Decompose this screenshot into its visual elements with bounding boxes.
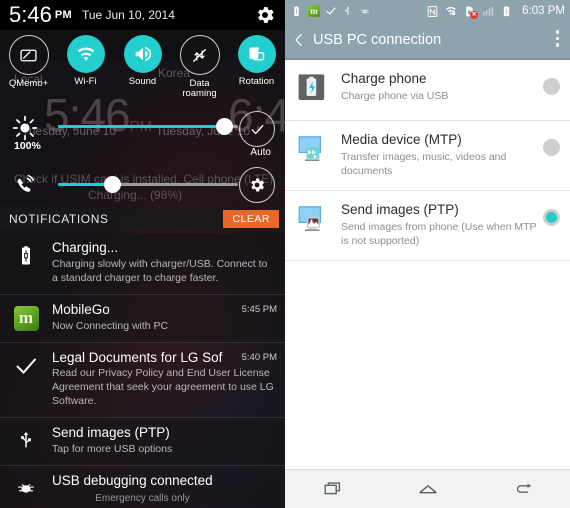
toggle-wifi[interactable]: Wi-Fi xyxy=(58,35,114,87)
ringer-volume-icon xyxy=(12,171,38,197)
volume-row xyxy=(0,167,285,207)
brightness-slider-knob[interactable] xyxy=(216,118,233,135)
wifi-lock-icon xyxy=(444,4,458,18)
notifications-header: NOTIFICATIONS CLEAR xyxy=(0,207,285,231)
nfc-icon xyxy=(426,5,439,18)
notification-subtitle: Read our Privacy Policy and End User Lic… xyxy=(52,367,274,408)
brightness-value: 100% xyxy=(14,140,41,152)
notification-title: Charging... xyxy=(52,240,119,255)
back-icon[interactable] xyxy=(497,478,549,500)
usb-icon xyxy=(0,425,52,457)
option-charge-phone[interactable]: Charge phone Charge phone via USB xyxy=(285,60,570,121)
option-media-device-mtp[interactable]: Media device (MTP) Transfer images, musi… xyxy=(285,121,570,191)
battery-usb-icon xyxy=(0,240,52,286)
recents-icon[interactable] xyxy=(307,478,359,500)
brightness-slider-fill xyxy=(58,125,228,128)
option-subtitle: Charge phone via USB xyxy=(341,90,449,103)
toggle-data-roaming-label: Data roaming xyxy=(182,78,217,99)
back-chevron-icon[interactable] xyxy=(285,32,309,48)
notification-time: 5:40 PM xyxy=(241,351,277,363)
shade-status-bar: 5:46 PM Tue Jun 10, 2014 xyxy=(0,0,285,30)
sound-icon xyxy=(123,35,162,73)
toggle-wifi-label: Wi-Fi xyxy=(74,76,97,87)
dual-screenshot: Local Korea 5:46PM 6:46PM Tuesday, June … xyxy=(0,0,570,508)
toggle-rotation-label: Rotation xyxy=(238,76,275,87)
volume-slider-knob[interactable] xyxy=(104,176,121,193)
notification-title: Legal Documents for LG Sof xyxy=(52,349,223,365)
option-send-images-ptp[interactable]: Send images (PTP) Send images from phone… xyxy=(285,190,570,261)
page-title: USB PC connection xyxy=(313,32,442,48)
media-device-icon xyxy=(297,132,341,170)
overflow-menu-icon[interactable] xyxy=(555,30,559,50)
status-bar-clock: 6:03 PM xyxy=(522,5,565,17)
option-title: Charge phone xyxy=(341,71,427,86)
data-roaming-off-icon xyxy=(179,35,220,75)
shade-clock-time: 5:46 xyxy=(9,2,52,27)
mobilego-icon-letter: m xyxy=(13,305,39,331)
battery-icon xyxy=(500,5,513,18)
mobilego-icon: m xyxy=(308,5,320,17)
notification-title: USB debugging connected xyxy=(52,473,213,489)
wifi-icon xyxy=(66,35,105,73)
usb-icon xyxy=(342,5,354,17)
notification-title: Send images (PTP) xyxy=(52,425,170,441)
radio-send-images-ptp[interactable] xyxy=(543,208,560,226)
notification-legal-documents[interactable]: Legal Documents for LG Sof Read our Priv… xyxy=(0,342,285,419)
brightness-icon xyxy=(12,115,38,141)
android-status-bar: m ✕ 6:03 PM xyxy=(285,0,570,22)
home-icon[interactable] xyxy=(402,478,454,500)
check-icon xyxy=(325,5,337,17)
notification-subtitle: Now Connecting with PC xyxy=(52,319,169,332)
lg-notification-shade: Local Korea 5:46PM 6:46PM Tuesday, June … xyxy=(0,0,285,508)
sound-settings-button[interactable] xyxy=(239,167,275,203)
check-icon xyxy=(0,350,52,410)
usb-pc-connection-screen: m ✕ 6:03 PM USB PC connection Charge pho… xyxy=(285,0,570,508)
notifications-title: NOTIFICATIONS xyxy=(9,212,109,226)
battery-usb-icon xyxy=(290,5,303,18)
notification-mobilego[interactable]: m MobileGo Now Connecting with PC 5:45 P… xyxy=(0,294,285,343)
navigation-bar xyxy=(285,469,570,508)
check-icon xyxy=(251,124,263,134)
shade-clock-date: Tue Jun 10, 2014 xyxy=(81,8,175,22)
clear-button[interactable]: CLEAR xyxy=(223,210,279,228)
signal-bars-icon xyxy=(481,4,495,18)
auto-brightness-button[interactable] xyxy=(239,111,275,147)
gear-icon xyxy=(251,178,265,192)
radio-charge-phone[interactable] xyxy=(543,78,560,95)
auto-brightness-label: Auto xyxy=(250,147,271,158)
option-subtitle: Transfer images, music, videos and docum… xyxy=(341,151,507,178)
radio-media-device-mtp[interactable] xyxy=(543,139,560,156)
android-bug-icon xyxy=(359,5,371,17)
rotation-icon xyxy=(237,35,276,73)
notification-time: 5:45 PM xyxy=(241,303,277,315)
emergency-calls-label: Emergency calls only xyxy=(95,493,190,504)
option-title: Media device (MTP) xyxy=(341,132,462,147)
mobilego-icon: m xyxy=(0,302,52,334)
usb-options-list: Charge phone Charge phone via USB Media … xyxy=(285,60,570,261)
notification-send-images-ptp[interactable]: Send images (PTP) Tap for more USB optio… xyxy=(0,418,285,467)
toggle-rotation[interactable]: Rotation xyxy=(229,35,285,87)
option-title: Send images (PTP) xyxy=(341,201,459,217)
notification-list: Charging... Charging slowly with charger… xyxy=(0,233,285,508)
toggle-sound-label: Sound xyxy=(128,76,157,87)
shade-clock-ampm: PM xyxy=(54,9,72,21)
gear-icon[interactable] xyxy=(254,4,276,26)
notification-subtitle: Tap for more USB options xyxy=(52,443,173,456)
toggle-qmemo-label: QMemo+ xyxy=(8,78,49,89)
sim-error-icon: ✕ xyxy=(463,5,479,19)
option-subtitle: Send images from phone (Use when MTP is … xyxy=(341,221,537,247)
qmemo-icon xyxy=(8,35,49,75)
toggle-data-roaming[interactable]: Data roaming xyxy=(172,35,228,99)
toggle-qmemo[interactable]: QMemo+ xyxy=(1,35,57,89)
charge-battery-icon xyxy=(297,71,341,109)
brightness-row: 100% Auto xyxy=(0,105,285,167)
send-images-icon xyxy=(297,202,341,240)
quick-toggles: QMemo+ Wi-Fi Sound Data roaming Rotation xyxy=(0,30,285,105)
notification-charging[interactable]: Charging... Charging slowly with charger… xyxy=(0,233,285,295)
action-bar: USB PC connection xyxy=(285,22,570,58)
toggle-sound[interactable]: Sound xyxy=(115,35,171,87)
notification-subtitle: Charging slowly with charger/USB. Connec… xyxy=(52,257,268,284)
